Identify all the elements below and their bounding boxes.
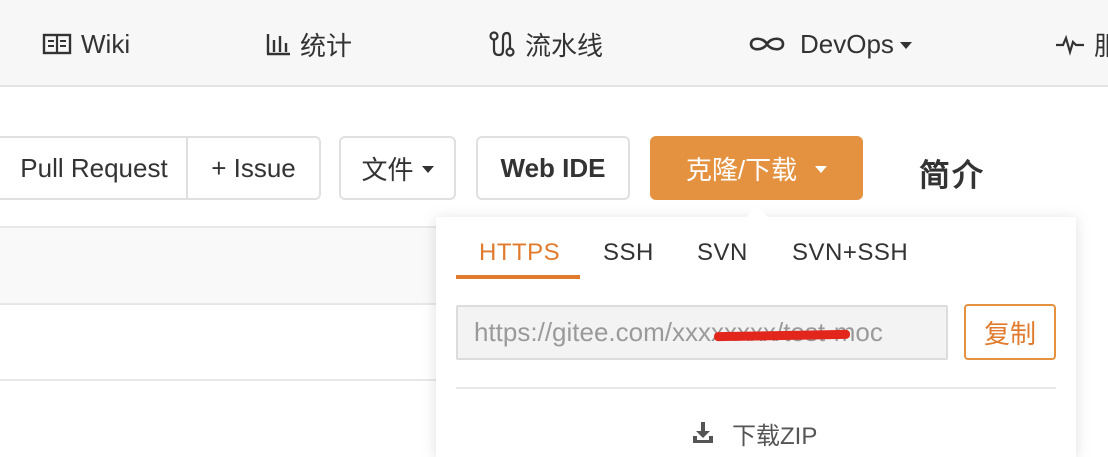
chevron-down-icon bbox=[421, 165, 434, 173]
book-icon bbox=[42, 33, 72, 55]
row-divider bbox=[0, 303, 440, 305]
infinity-icon bbox=[749, 37, 785, 51]
files-dropdown-button[interactable]: 文件 bbox=[339, 136, 456, 200]
clone-download-label: 克隆/下载 bbox=[685, 154, 798, 185]
tab-ssh[interactable]: SSH bbox=[603, 239, 654, 267]
nav-item-label: 流水线 bbox=[525, 30, 604, 61]
chevron-down-icon bbox=[815, 165, 828, 173]
intro-heading: 简介 bbox=[919, 158, 985, 193]
top-navigation: Wiki 统计 流水线 DevOps 服 bbox=[0, 0, 1108, 87]
copy-button[interactable]: 复制 bbox=[964, 304, 1056, 360]
new-issue-button[interactable]: + Issue bbox=[186, 136, 321, 200]
copy-label: 复制 bbox=[983, 318, 1036, 349]
nav-item-label: DevOps bbox=[800, 28, 894, 59]
file-list-header bbox=[0, 226, 440, 304]
tab-svn[interactable]: SVN bbox=[697, 239, 748, 267]
chevron-down-icon bbox=[899, 41, 912, 49]
nav-item-label: 统计 bbox=[300, 30, 353, 61]
nav-item-label: Wiki bbox=[81, 28, 131, 59]
nav-item-label: 服 bbox=[1094, 30, 1108, 61]
active-tab-indicator bbox=[456, 275, 580, 279]
new-issue-label: + Issue bbox=[211, 152, 296, 183]
nav-item-pipeline[interactable]: 流水线 bbox=[488, 25, 603, 63]
clone-download-button[interactable]: 克隆/下载 bbox=[650, 136, 863, 200]
pull-request-button[interactable]: Pull Request bbox=[0, 136, 188, 200]
pull-request-label: Pull Request bbox=[20, 152, 168, 183]
clone-url-input[interactable]: https://gitee.com/xxxxxxxx/test-moc bbox=[456, 305, 948, 360]
download-zip-label: 下载ZIP bbox=[732, 422, 818, 450]
dropdown-pointer bbox=[745, 206, 769, 218]
pipeline-icon bbox=[489, 31, 515, 57]
tab-svn-ssh[interactable]: SVN+SSH bbox=[792, 239, 908, 267]
nav-item-service[interactable]: 服 bbox=[1055, 25, 1108, 63]
tab-https[interactable]: HTTPS bbox=[479, 239, 560, 267]
download-icon bbox=[693, 422, 713, 443]
web-ide-button[interactable]: Web IDE bbox=[476, 136, 630, 200]
files-label: 文件 bbox=[361, 154, 414, 185]
pulse-icon bbox=[1056, 34, 1084, 56]
nav-item-wiki[interactable]: Wiki bbox=[42, 25, 130, 63]
nav-item-devops[interactable]: DevOps bbox=[748, 25, 912, 63]
panel-divider bbox=[456, 387, 1056, 389]
clone-panel: HTTPS SSH SVN SVN+SSH https://gitee.com/… bbox=[436, 217, 1076, 457]
web-ide-label: Web IDE bbox=[500, 152, 606, 183]
row-divider bbox=[0, 379, 440, 381]
bar-chart-icon bbox=[266, 34, 290, 56]
nav-item-stats[interactable]: 统计 bbox=[265, 25, 352, 63]
download-zip-button[interactable]: 下载ZIP bbox=[690, 417, 818, 450]
